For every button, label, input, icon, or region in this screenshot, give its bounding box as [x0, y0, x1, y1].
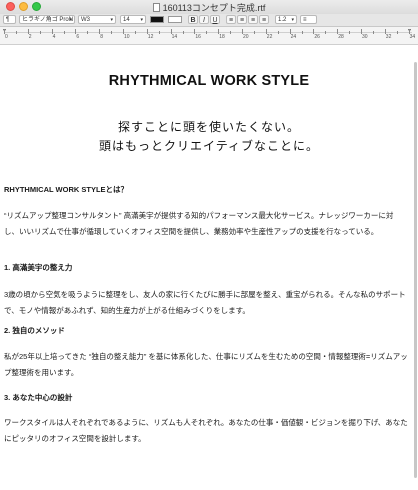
italic-button[interactable]: I: [199, 15, 209, 24]
ruler-tick: [277, 31, 279, 34]
text-color-well[interactable]: [150, 16, 164, 23]
list-popup[interactable]: ≡: [300, 15, 317, 24]
ruler-tick: [182, 31, 184, 34]
line-spacing-value: 1.2: [278, 17, 287, 23]
ruler-tick: [206, 31, 208, 34]
tagline-line-1: 探すことに頭を使いたくない。: [117, 120, 300, 134]
title-bar[interactable]: 160113コンセプト完成.rtf: [0, 0, 418, 14]
window-title: 160113コンセプト完成.rtf: [0, 1, 418, 14]
ruler-number: 0: [5, 34, 8, 40]
align-left-button[interactable]: ≡: [226, 15, 236, 24]
section-intro-title: RHYTHMICAL WORK STYLEとは？: [4, 185, 129, 194]
ruler-baseline: [4, 32, 412, 33]
ruler-number: 22: [266, 34, 273, 40]
ruler-tick: [253, 31, 255, 34]
bold-button[interactable]: B: [188, 15, 198, 24]
list-icon: ≡: [303, 17, 307, 23]
vertical-scrollbar[interactable]: [414, 62, 417, 478]
font-size-value: 14: [123, 17, 130, 23]
ruler-number: 10: [124, 34, 130, 40]
ruler-tick: [158, 31, 160, 34]
align-center-button[interactable]: ≡: [237, 15, 247, 24]
ruler-number: 30: [362, 34, 368, 40]
ruler-number: 18: [219, 34, 225, 40]
section-3-title: 3. あなた中心の設計: [4, 393, 73, 402]
chevron-down-icon: ▾: [110, 17, 113, 23]
ruler-number: 20: [243, 34, 249, 40]
ruler-number: 32: [385, 34, 392, 40]
ruler-number: 4: [52, 34, 56, 40]
paragraph-style-label: ¶: [6, 17, 10, 23]
ruler-number: 14: [171, 34, 178, 40]
highlight-color-well[interactable]: [168, 16, 182, 23]
ruler-tick: [396, 31, 398, 34]
document-page[interactable]: RHYTHMICAL WORK STYLE 探すことに頭を使いたくない。 頭はも…: [0, 45, 418, 490]
ruler-tick: [39, 31, 41, 34]
ruler-tick: [134, 31, 136, 34]
font-size-field[interactable]: 14 ▾: [120, 15, 146, 24]
font-family-value: ヒラギノ角ゴ ProN: [22, 17, 74, 23]
section-1-body: 3歳の頃から空気を吸うように整理をし、友人の家に行くたびに勝手に部屋を整え、重宝…: [4, 290, 406, 315]
format-toolbar: ¶ ヒラギノ角ゴ ProN ▾ W3 ▾ 14 ▾ B I U ≡ ≡ ≡ ≡ 1.2…: [0, 14, 418, 27]
textedit-window: 160113コンセプト完成.rtf ¶ ヒラギノ角ゴ ProN ▾ W3 ▾ 14 ▾…: [0, 0, 418, 490]
ruler-number: 6: [76, 34, 80, 40]
ruler-number: 16: [195, 34, 201, 40]
section-intro-body: “リズムアップ整理コンサルタント” 高滿美宇が提供する知的パフォーマンス最大化サ…: [4, 211, 394, 236]
paragraph-style-popup[interactable]: ¶: [3, 15, 16, 24]
ruler-tick: [63, 31, 65, 34]
ruler-tick: [301, 31, 303, 34]
font-family-popup[interactable]: ヒラギノ角ゴ ProN ▾: [19, 15, 75, 24]
section-2-body: 私が25年以上培ってきた “独自の整え能力” を基に体系化した、仕事にリズムを生…: [4, 352, 408, 377]
section-2-title: 2. 独自のメソッド: [4, 326, 65, 335]
ruler-number: 12: [147, 34, 154, 40]
ruler-tick: [325, 31, 327, 34]
justify-button[interactable]: ≡: [248, 15, 258, 24]
window-title-text: 160113コンセプト完成.rtf: [162, 3, 266, 13]
line-spacing-popup[interactable]: 1.2 ▾: [275, 15, 297, 24]
ruler-number: 2: [28, 34, 32, 40]
chevron-down-icon: ▾: [69, 17, 72, 23]
underline-button[interactable]: U: [210, 15, 220, 24]
document-heading: RHYTHMICAL WORK STYLE: [108, 73, 310, 89]
font-weight-popup[interactable]: W3 ▾: [78, 15, 116, 24]
ruler-number: 24: [290, 34, 297, 40]
tagline-line-2: 頭はもっとクリエイティブなことに。: [98, 139, 320, 153]
ruler-number: 28: [338, 34, 344, 40]
ruler[interactable]: ▾ ▾ 0246810121416182022242628303234: [0, 27, 418, 45]
ruler-tick: [15, 31, 17, 34]
font-weight-value: W3: [81, 17, 90, 23]
ruler-tick: [372, 31, 374, 34]
ruler-number: 34: [409, 34, 416, 40]
section-3-body: ワークスタイルは人それぞれであるように、リズムも人それぞれ。あなたの仕事・価値観…: [4, 418, 408, 443]
ruler-tick: [111, 31, 113, 34]
document-icon: [152, 3, 160, 12]
ruler-tick: [349, 31, 351, 34]
section-1-title: 1. 高滿美宇の整え力: [4, 263, 73, 272]
chevron-down-icon: ▾: [140, 17, 143, 23]
chevron-down-icon: ▾: [291, 17, 294, 23]
ruler-tick: [87, 31, 89, 34]
ruler-number: 26: [314, 34, 320, 40]
align-right-button[interactable]: ≡: [259, 15, 269, 24]
ruler-number: 8: [100, 34, 103, 40]
ruler-tick: [230, 31, 232, 34]
